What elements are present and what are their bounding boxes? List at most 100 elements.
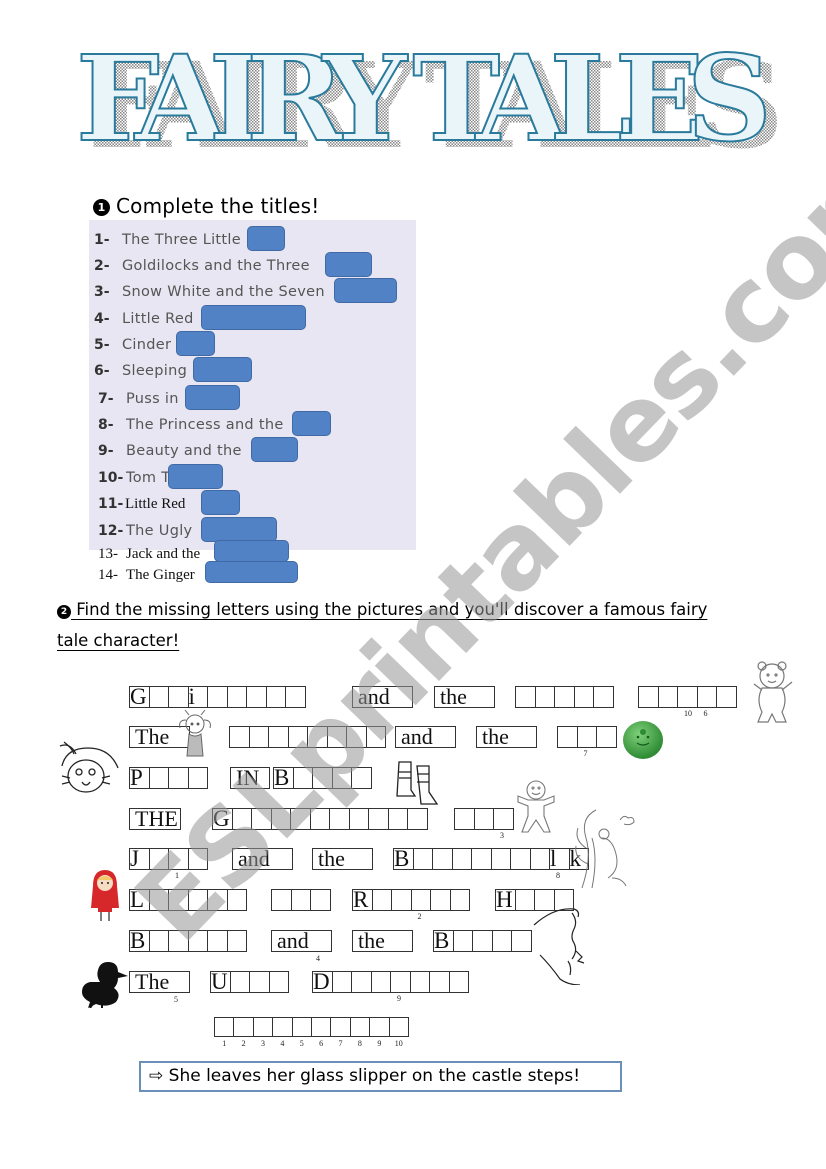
letter-box[interactable] xyxy=(148,848,169,870)
letter-box[interactable] xyxy=(515,686,536,708)
letter-box[interactable] xyxy=(187,889,208,911)
letter-box[interactable] xyxy=(491,930,512,952)
letter-box[interactable] xyxy=(231,808,252,830)
letter-box[interactable] xyxy=(265,686,286,708)
answer-letter-box[interactable] xyxy=(388,1017,409,1037)
answer-blank[interactable] xyxy=(247,226,285,251)
letter-box[interactable] xyxy=(331,971,352,993)
letter-box[interactable] xyxy=(309,808,330,830)
answer-blank[interactable] xyxy=(176,331,215,356)
letter-box[interactable] xyxy=(368,808,389,830)
letter-box[interactable] xyxy=(246,686,267,708)
letter-box[interactable] xyxy=(557,726,578,748)
letter-box[interactable] xyxy=(472,930,493,952)
letter-box[interactable] xyxy=(168,889,189,911)
letter-box[interactable] xyxy=(365,726,386,748)
letter-box[interactable] xyxy=(207,930,228,952)
letter-box[interactable] xyxy=(638,686,659,708)
letter-box[interactable] xyxy=(249,971,270,993)
letter-box[interactable] xyxy=(410,889,431,911)
answer-letter-box[interactable] xyxy=(233,1017,254,1037)
letter-box[interactable] xyxy=(454,808,475,830)
letter-box[interactable] xyxy=(271,889,292,911)
letter-box[interactable] xyxy=(657,686,678,708)
letter-box[interactable] xyxy=(287,726,308,748)
letter-box[interactable] xyxy=(387,808,408,830)
letter-box[interactable] xyxy=(290,889,311,911)
letter-box[interactable] xyxy=(229,726,250,748)
letter-box[interactable] xyxy=(677,686,698,708)
answer-blank[interactable] xyxy=(325,252,372,277)
letter-box[interactable] xyxy=(576,726,597,748)
letter-box[interactable] xyxy=(168,767,189,789)
letter-box[interactable] xyxy=(493,808,514,830)
answer-letter-box[interactable] xyxy=(214,1017,235,1037)
letter-box[interactable] xyxy=(407,808,428,830)
letter-box[interactable] xyxy=(430,889,451,911)
letter-box[interactable] xyxy=(510,848,531,870)
letter-box[interactable] xyxy=(312,767,333,789)
letter-box[interactable] xyxy=(429,971,450,993)
answer-letter-box[interactable] xyxy=(349,1017,371,1037)
letter-box[interactable] xyxy=(390,971,411,993)
letter-box[interactable] xyxy=(248,726,269,748)
letter-box[interactable] xyxy=(187,930,208,952)
letter-box[interactable] xyxy=(226,889,247,911)
answer-blank[interactable] xyxy=(251,437,298,462)
letter-box[interactable] xyxy=(449,889,470,911)
answer-letter-box[interactable] xyxy=(310,1017,332,1037)
answer-letter-box[interactable] xyxy=(252,1017,274,1037)
answer-blank[interactable] xyxy=(201,305,306,330)
letter-box[interactable] xyxy=(226,930,247,952)
letter-box[interactable] xyxy=(471,848,492,870)
answer-blank[interactable] xyxy=(185,385,240,410)
letter-box[interactable] xyxy=(534,686,555,708)
letter-box[interactable] xyxy=(226,686,247,708)
letter-box[interactable] xyxy=(326,726,347,748)
letter-box[interactable] xyxy=(329,808,350,830)
letter-box[interactable] xyxy=(490,848,511,870)
letter-box[interactable] xyxy=(573,686,594,708)
letter-box[interactable] xyxy=(412,848,433,870)
letter-box[interactable] xyxy=(270,808,291,830)
letter-box[interactable] xyxy=(168,930,189,952)
answer-blank[interactable] xyxy=(334,278,397,303)
letter-box[interactable] xyxy=(168,848,189,870)
letter-box[interactable] xyxy=(448,971,469,993)
answer-blank[interactable] xyxy=(201,517,277,542)
letter-box[interactable] xyxy=(207,686,228,708)
letter-box[interactable] xyxy=(696,686,717,708)
letter-box[interactable] xyxy=(290,808,311,830)
letter-box[interactable] xyxy=(596,726,617,748)
letter-box[interactable] xyxy=(451,848,472,870)
answer-blank[interactable] xyxy=(292,411,331,436)
letter-box[interactable] xyxy=(452,930,473,952)
letter-box[interactable] xyxy=(409,971,430,993)
letter-box[interactable] xyxy=(346,726,367,748)
letter-box[interactable] xyxy=(554,686,575,708)
letter-box[interactable] xyxy=(307,726,328,748)
letter-box[interactable] xyxy=(229,971,250,993)
letter-box[interactable] xyxy=(529,848,550,870)
answer-blank[interactable] xyxy=(214,540,289,562)
letter-box[interactable] xyxy=(348,808,369,830)
letter-box[interactable] xyxy=(331,767,352,789)
answer-letter-box[interactable] xyxy=(369,1017,390,1037)
letter-box[interactable] xyxy=(473,808,494,830)
letter-box[interactable] xyxy=(207,889,228,911)
letter-box[interactable] xyxy=(511,930,532,952)
letter-box[interactable] xyxy=(593,686,614,708)
answer-blank[interactable] xyxy=(205,561,298,583)
letter-box[interactable] xyxy=(432,848,453,870)
letter-box[interactable] xyxy=(148,889,169,911)
letter-box[interactable] xyxy=(310,889,331,911)
letter-box[interactable] xyxy=(251,808,272,830)
answer-blank[interactable] xyxy=(168,464,223,489)
letter-box[interactable] xyxy=(168,686,189,708)
answer-letter-box[interactable] xyxy=(330,1017,351,1037)
letter-box[interactable] xyxy=(268,726,289,748)
letter-box[interactable] xyxy=(187,848,208,870)
letter-box[interactable] xyxy=(391,889,412,911)
letter-box[interactable] xyxy=(285,686,306,708)
letter-box[interactable] xyxy=(716,686,737,708)
